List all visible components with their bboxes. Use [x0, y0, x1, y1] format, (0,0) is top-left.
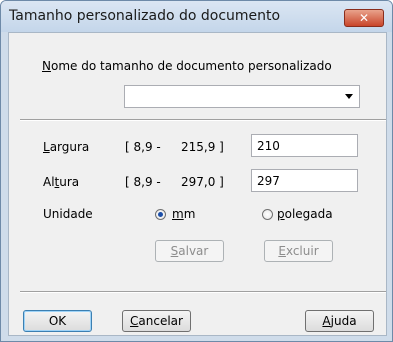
dialog-body: Nome do tamanho de documento personaliza… — [8, 32, 387, 336]
help-button[interactable]: Ajuda — [305, 310, 374, 332]
name-label-accel: N — [42, 59, 51, 73]
height-range-min: [ 8,9 - — [125, 175, 161, 189]
height-label: Altura — [43, 175, 79, 189]
separator-bottom — [20, 291, 386, 293]
custom-size-name-label: Nome do tamanho de documento personaliza… — [42, 59, 332, 73]
unit-label: Unidade — [43, 207, 93, 221]
unit-mm-rest: m — [183, 207, 196, 221]
width-input[interactable] — [251, 134, 358, 157]
save-button[interactable]: Salvar — [155, 240, 224, 262]
unit-mm-label[interactable]: mm — [172, 207, 195, 221]
cancel-rest: ancelar — [138, 314, 183, 328]
separator-top — [20, 119, 386, 121]
height-label-pre: Al — [43, 175, 55, 189]
height-label-rest: ura — [59, 175, 80, 189]
title-bar: Tamanho personalizado do documento ✕ — [1, 1, 392, 32]
cancel-button[interactable]: Cancelar — [122, 310, 191, 332]
delete-button[interactable]: Excluir — [264, 240, 333, 262]
ok-button[interactable]: OK — [23, 310, 92, 332]
delete-accel: E — [278, 244, 286, 258]
close-icon[interactable]: ✕ — [344, 9, 384, 27]
height-input[interactable] — [251, 169, 358, 192]
width-label-accel: L — [43, 140, 50, 154]
name-label-rest: ome do tamanho de documento personalizad… — [50, 59, 332, 73]
unit-inch-radio[interactable] — [262, 209, 273, 220]
unit-mm-accel: m — [172, 207, 184, 221]
unit-inch-accel: p — [277, 207, 285, 221]
dialog-window: Tamanho personalizado do documento ✕ Nom… — [0, 0, 393, 342]
unit-inch-label[interactable]: polegada — [277, 207, 333, 221]
unit-inch-rest: olegada — [284, 207, 333, 221]
width-label-rest: argura — [49, 140, 90, 154]
window-title: Tamanho personalizado do documento — [9, 8, 281, 24]
custom-size-name-combobox[interactable] — [124, 85, 360, 108]
chevron-down-icon[interactable] — [345, 94, 353, 99]
help-rest: juda — [330, 314, 357, 328]
delete-rest: xcluir — [285, 244, 319, 258]
width-label: Largura — [43, 140, 89, 154]
unit-mm-radio[interactable] — [155, 209, 166, 220]
height-range-max: 297,0 ] — [181, 175, 224, 189]
width-range-max: 215,9 ] — [181, 140, 224, 154]
save-rest: alvar — [178, 244, 209, 258]
help-accel: A — [322, 314, 331, 328]
width-range-min: [ 8,9 - — [125, 140, 161, 154]
